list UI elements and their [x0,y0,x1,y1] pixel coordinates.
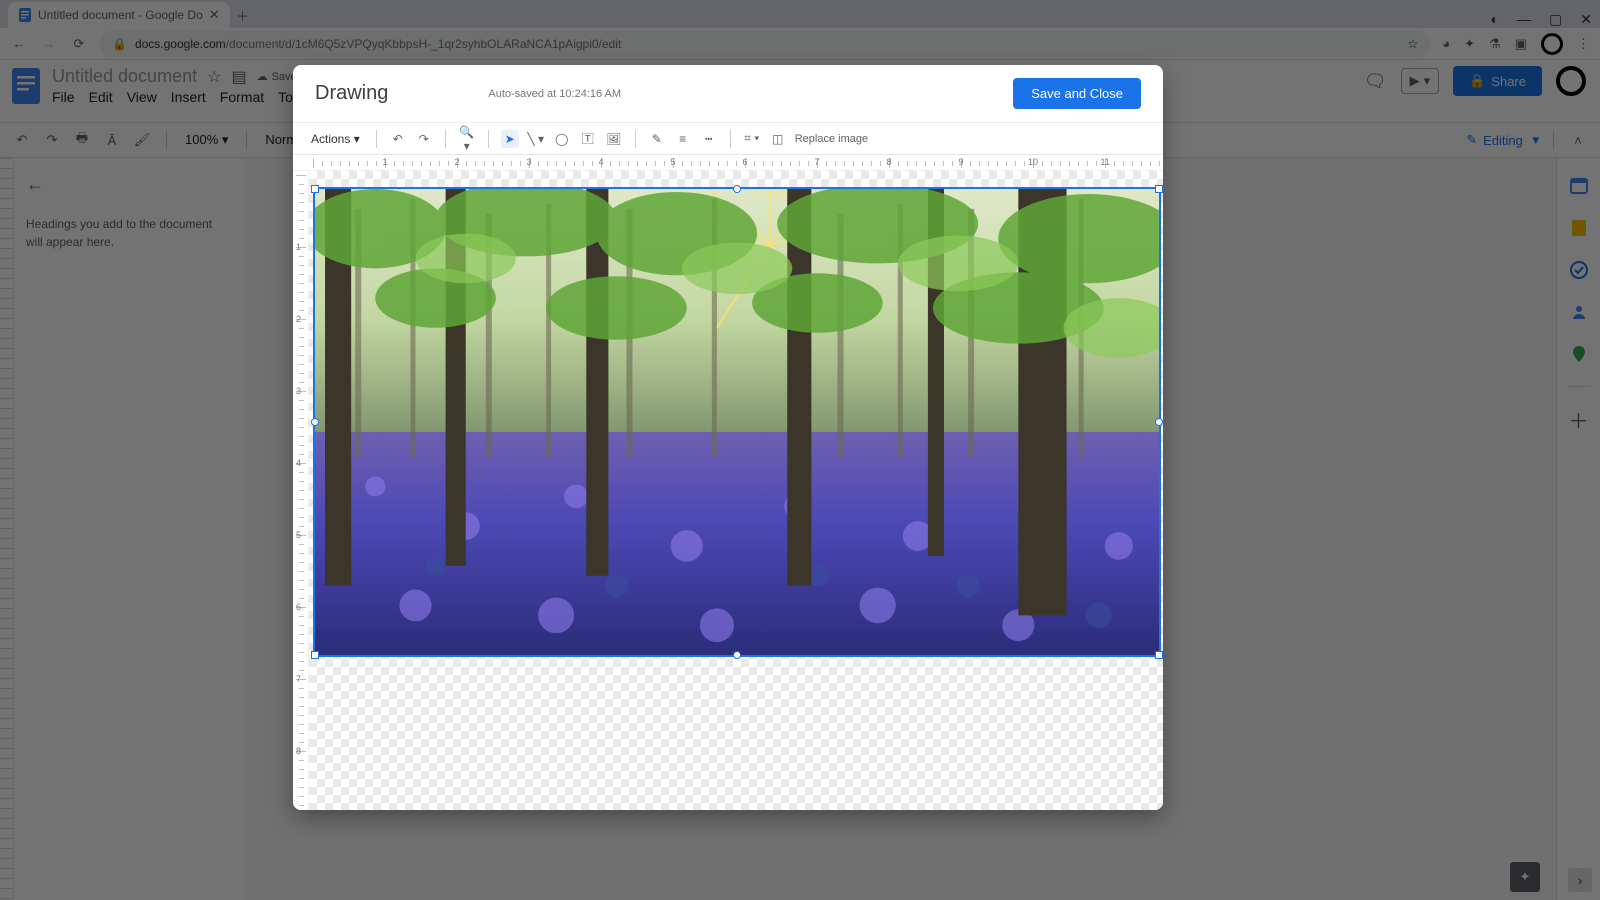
drawing-title: Drawing [315,82,388,105]
replace-image-button[interactable]: Replace image [795,133,868,145]
border-color-icon[interactable]: ✎ [648,132,666,146]
resize-handle-bm[interactable] [733,651,741,659]
textbox-tool-icon[interactable]: 🅃 [579,130,597,147]
drawing-autosave: Auto-saved at 10:24:16 AM [488,88,621,100]
select-tool-icon[interactable]: ➤ [501,130,519,148]
resize-handle-tl[interactable] [311,185,319,193]
save-and-close-button[interactable]: Save and Close [1013,78,1141,109]
horizontal-ruler[interactable]: 1234567891011 [293,155,1163,171]
border-weight-icon[interactable]: ≡ [674,132,692,146]
zoom-icon[interactable]: 🔍 ▾ [458,125,476,153]
actions-menu[interactable]: Actions ▾ [307,130,364,148]
redo-icon[interactable]: ↷ [415,132,433,146]
resize-handle-bl[interactable] [311,651,319,659]
drawing-toolbar: Actions ▾ ↶ ↷ 🔍 ▾ ➤ ╲ ▾ ◯ 🅃 🖼 ✎ ≡ ┅ ⌗ ▾ … [293,123,1163,155]
drawing-canvas[interactable] [309,171,1163,810]
undo-icon[interactable]: ↶ [389,132,407,146]
mask-icon[interactable]: ◫ [769,132,787,146]
line-tool-icon[interactable]: ╲ ▾ [527,132,545,146]
forest-image-icon [315,189,1159,655]
border-dash-icon[interactable]: ┅ [700,132,718,146]
drawing-modal: Drawing Auto-saved at 10:24:16 AM Save a… [293,65,1163,810]
image-tool-icon[interactable]: 🖼 [605,132,623,146]
drawing-header: Drawing Auto-saved at 10:24:16 AM Save a… [293,65,1163,123]
resize-handle-ml[interactable] [311,418,319,426]
resize-handle-tr[interactable] [1155,185,1163,193]
crop-icon[interactable]: ⌗ ▾ [743,131,761,146]
resize-handle-tm[interactable] [733,185,741,193]
selected-image[interactable] [313,187,1161,657]
shape-tool-icon[interactable]: ◯ [553,132,571,146]
vertical-ruler[interactable]: 12345678 [293,171,309,810]
canvas-wrap: 12345678 [293,171,1163,810]
resize-handle-br[interactable] [1155,651,1163,659]
resize-handle-mr[interactable] [1155,418,1163,426]
